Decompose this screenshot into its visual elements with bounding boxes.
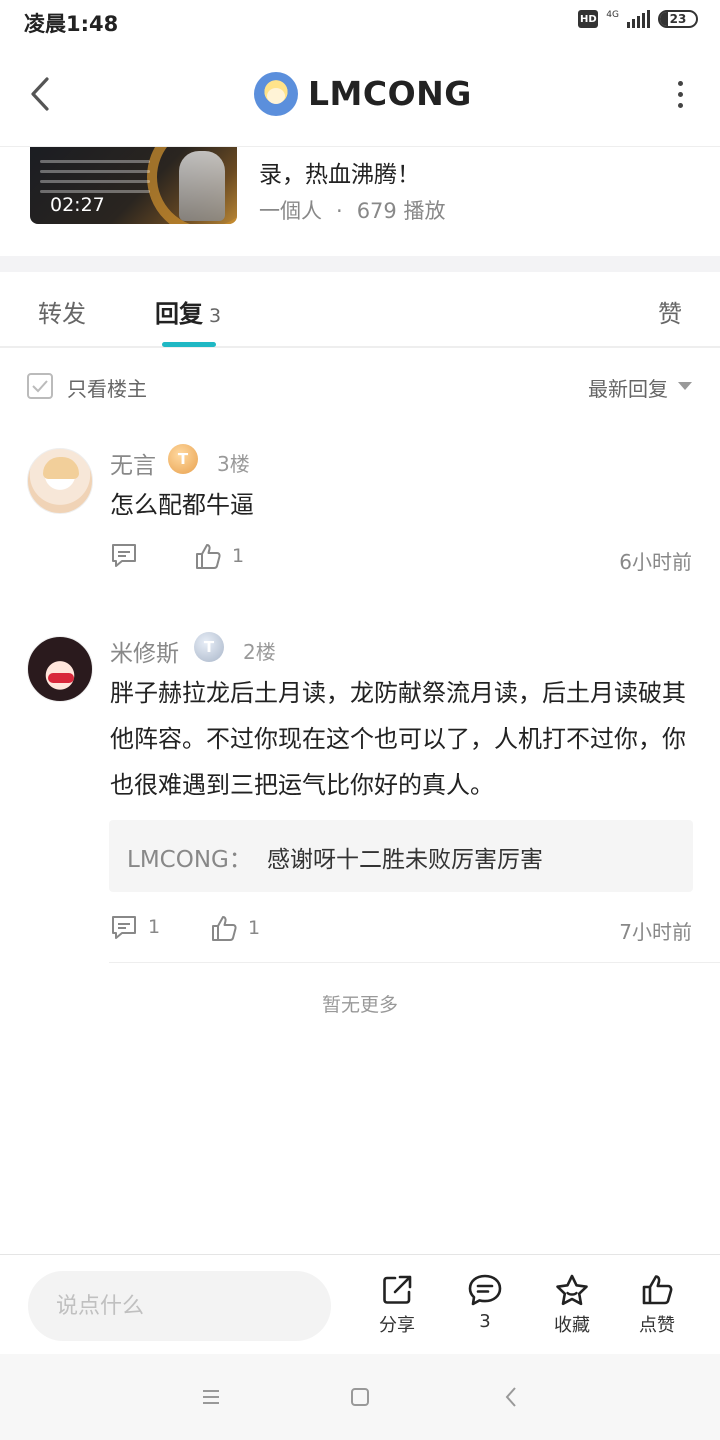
like-action[interactable]: 1 — [210, 914, 260, 942]
caret-down-icon[interactable] — [678, 382, 692, 390]
comments-count-label: 3 — [479, 1311, 491, 1332]
like-count: 1 — [248, 917, 261, 939]
chat-bubble-icon — [468, 1274, 502, 1306]
video-author[interactable]: 一個人 — [259, 199, 322, 223]
share-button[interactable]: 分享 — [362, 1273, 432, 1337]
status-icons: HD 4G 23 — [578, 10, 698, 28]
tab-like[interactable]: 赞 — [658, 294, 682, 329]
comments-button[interactable]: 3 — [450, 1273, 520, 1332]
floor-number: 2楼 — [243, 640, 276, 664]
meta-separator: · — [336, 199, 343, 223]
comment-divider — [109, 962, 720, 963]
page-title: LMCONG — [308, 74, 472, 113]
square-icon — [351, 1388, 369, 1406]
sort-dropdown[interactable]: 最新回复 — [588, 373, 668, 402]
nested-reply[interactable]: LMCONG： 感谢呀十二胜未败厉害厉害 — [109, 820, 693, 892]
signal-icon — [627, 10, 650, 28]
status-time: 凌晨1:48 — [24, 12, 119, 36]
favorite-button[interactable]: 收藏 — [537, 1273, 607, 1337]
share-label: 分享 — [379, 1315, 415, 1336]
section-divider — [0, 256, 720, 272]
chevron-left-icon — [505, 1387, 516, 1407]
comment-icon — [112, 544, 136, 567]
comment-time: 6小时前 — [619, 550, 692, 574]
top-app-bar: LMCONG — [0, 44, 720, 144]
chevron-left-icon — [31, 77, 49, 111]
nested-reply-text: 感谢呀十二胜未败厉害厉害 — [267, 847, 543, 873]
reply-action[interactable]: 1 — [110, 914, 160, 940]
comment-icon — [112, 916, 136, 939]
back-nav-button[interactable] — [496, 1382, 526, 1412]
video-card[interactable]: 02:27 录，热血沸腾！ 一個人 · 679 播放 — [0, 146, 720, 256]
video-meta: 一個人 · 679 播放 — [259, 195, 445, 225]
nested-reply-author[interactable]: LMCONG： — [127, 840, 252, 874]
star-icon — [556, 1274, 588, 1306]
video-duration: 02:27 — [50, 194, 105, 216]
filter-bar: 只看楼主 最新回复 — [0, 352, 720, 420]
reply-action[interactable] — [110, 542, 148, 568]
floor-number: 3楼 — [217, 452, 250, 476]
like-button[interactable]: 点赞 — [622, 1273, 692, 1337]
app-logo — [254, 72, 298, 116]
tab-bar: 转发 回复 3 赞 — [0, 272, 720, 348]
menu-nav-button[interactable] — [196, 1382, 226, 1412]
video-title[interactable]: 录，热血沸腾！ — [259, 155, 420, 189]
battery-fill — [660, 12, 669, 26]
comment-count: 1 — [148, 916, 161, 938]
level-badge-icon: T — [194, 632, 224, 662]
status-bar: 凌晨1:48 HD 4G 23 — [0, 0, 720, 44]
avatar[interactable] — [27, 636, 93, 702]
tab-reply-label: 回复 — [155, 300, 203, 328]
share-icon — [383, 1275, 412, 1304]
battery-icon: 23 — [658, 10, 698, 28]
video-thumbnail[interactable]: 02:27 — [30, 147, 237, 224]
comment-text: 胖子赫拉龙后土月读，龙防献祭流月读，后土月读破其他阵容。不过你现在这个也可以了，… — [110, 679, 686, 799]
comment-time: 7小时前 — [619, 920, 692, 944]
favorite-label: 收藏 — [554, 1315, 590, 1336]
system-nav-bar — [0, 1354, 720, 1440]
bottom-action-bar: 分享 3 收藏 点赞 — [0, 1254, 720, 1354]
avatar[interactable] — [27, 448, 93, 514]
network-type-label: 4G — [606, 9, 619, 20]
more-options-button[interactable] — [670, 74, 690, 114]
comment-input[interactable] — [28, 1271, 331, 1341]
like-label: 点赞 — [639, 1315, 675, 1336]
thumbs-up-icon — [642, 1275, 673, 1305]
like-count: 1 — [232, 545, 245, 567]
tab-reply-count: 3 — [209, 305, 222, 327]
home-nav-button[interactable] — [345, 1382, 375, 1412]
more-vertical-icon — [677, 80, 683, 86]
comment-username[interactable]: 无言 — [110, 446, 156, 480]
no-more-label: 暂无更多 — [321, 994, 398, 1016]
comment-text: 怎么配都牛逼 — [110, 491, 254, 519]
only-owner-checkbox[interactable] — [27, 373, 53, 399]
back-button[interactable] — [20, 70, 60, 118]
thumbs-up-icon — [196, 544, 221, 569]
like-action[interactable]: 1 — [194, 542, 244, 570]
only-owner-label[interactable]: 只看楼主 — [67, 373, 147, 402]
active-tab-indicator — [162, 342, 216, 347]
comment-username[interactable]: 米修斯 — [110, 634, 179, 668]
tab-repost[interactable]: 转发 — [38, 294, 86, 329]
menu-icon — [203, 1390, 219, 1404]
battery-level: 23 — [669, 12, 687, 26]
check-icon — [32, 380, 48, 393]
video-play-count: 679 播放 — [356, 199, 446, 223]
thumbs-up-icon — [212, 916, 237, 941]
level-badge-icon: T — [168, 444, 198, 474]
hd-icon: HD — [578, 10, 599, 28]
tab-reply[interactable]: 回复 3 — [155, 294, 221, 329]
